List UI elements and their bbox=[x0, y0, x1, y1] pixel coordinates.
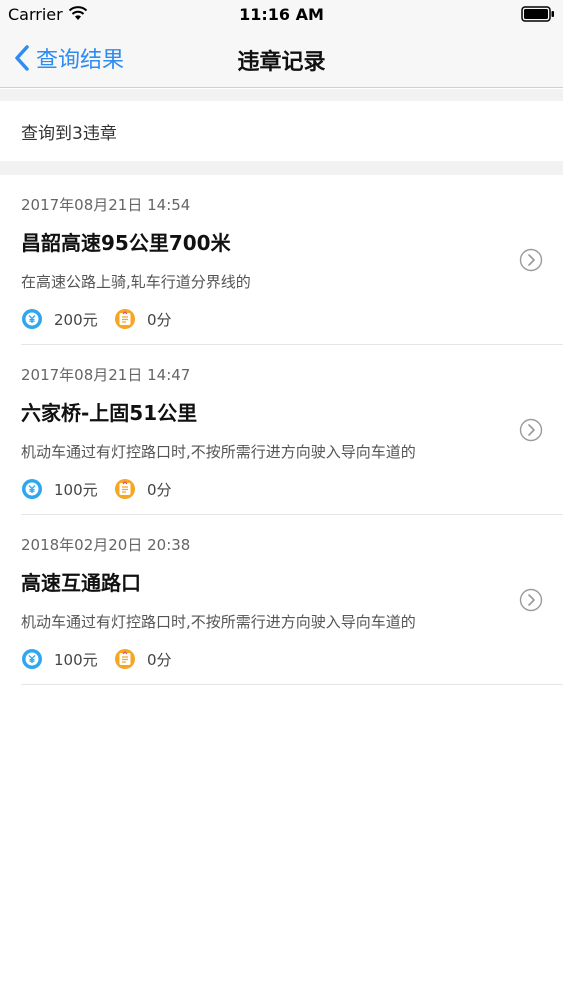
violation-record[interactable]: 2018年02月20日 20:38 高速互通路口 机动车通过有灯控路口时,不按所… bbox=[21, 515, 563, 685]
record-points: 0分 bbox=[147, 650, 172, 669]
record-location: 昌韶高速95公里700米 bbox=[21, 231, 231, 255]
record-description: 在高速公路上骑,轧车行道分界线的 bbox=[21, 273, 251, 291]
record-time: 2018年02月20日 20:38 bbox=[21, 536, 191, 554]
record-description: 机动车通过有灯控路口时,不按所需行进方向驶入导向车道的 bbox=[21, 443, 416, 461]
battery-icon bbox=[521, 6, 554, 22]
summary-text: 查询到3违章 bbox=[21, 123, 117, 144]
page-title: 违章记录 bbox=[237, 50, 326, 75]
record-points: 0分 bbox=[147, 480, 172, 499]
record-description: 机动车通过有灯控路口时,不按所需行进方向驶入导向车道的 bbox=[21, 613, 416, 631]
record-fine: 100元 bbox=[54, 650, 98, 669]
points-icon bbox=[115, 479, 135, 499]
points-icon bbox=[115, 309, 135, 329]
chevron-right-circle-icon[interactable] bbox=[519, 588, 543, 612]
chevron-right-circle-icon[interactable] bbox=[519, 418, 543, 442]
record-meta: 200元 0分 bbox=[21, 307, 172, 331]
record-location: 六家桥-上固51公里 bbox=[21, 401, 198, 425]
record-location: 高速互通路口 bbox=[21, 571, 141, 595]
status-time: 11:16 AM bbox=[239, 5, 324, 24]
violation-record[interactable]: 2017年08月21日 14:47 六家桥-上固51公里 机动车通过有灯控路口时… bbox=[21, 345, 563, 515]
summary-row: 查询到3违章 bbox=[0, 101, 563, 161]
section-gap bbox=[0, 89, 563, 101]
record-time: 2017年08月21日 14:47 bbox=[21, 366, 191, 384]
record-points: 0分 bbox=[147, 310, 172, 329]
violation-record[interactable]: 2017年08月21日 14:54 昌韶高速95公里700米 在高速公路上骑,轧… bbox=[21, 175, 563, 345]
record-meta: 100元 0分 bbox=[21, 647, 172, 671]
record-meta: 100元 0分 bbox=[21, 477, 172, 501]
yuan-icon bbox=[22, 479, 42, 499]
status-bar: Carrier 11:16 AM bbox=[0, 0, 563, 30]
record-time: 2017年08月21日 14:54 bbox=[21, 196, 191, 214]
chevron-right-circle-icon[interactable] bbox=[519, 248, 543, 272]
yuan-icon bbox=[22, 309, 42, 329]
record-fine: 100元 bbox=[54, 480, 98, 499]
yuan-icon bbox=[22, 649, 42, 669]
navigation-bar: 查询结果 违章记录 bbox=[0, 30, 563, 88]
section-gap bbox=[0, 161, 563, 175]
record-fine: 200元 bbox=[54, 310, 98, 329]
violation-list: 2017年08月21日 14:54 昌韶高速95公里700米 在高速公路上骑,轧… bbox=[0, 175, 563, 685]
points-icon bbox=[115, 649, 135, 669]
